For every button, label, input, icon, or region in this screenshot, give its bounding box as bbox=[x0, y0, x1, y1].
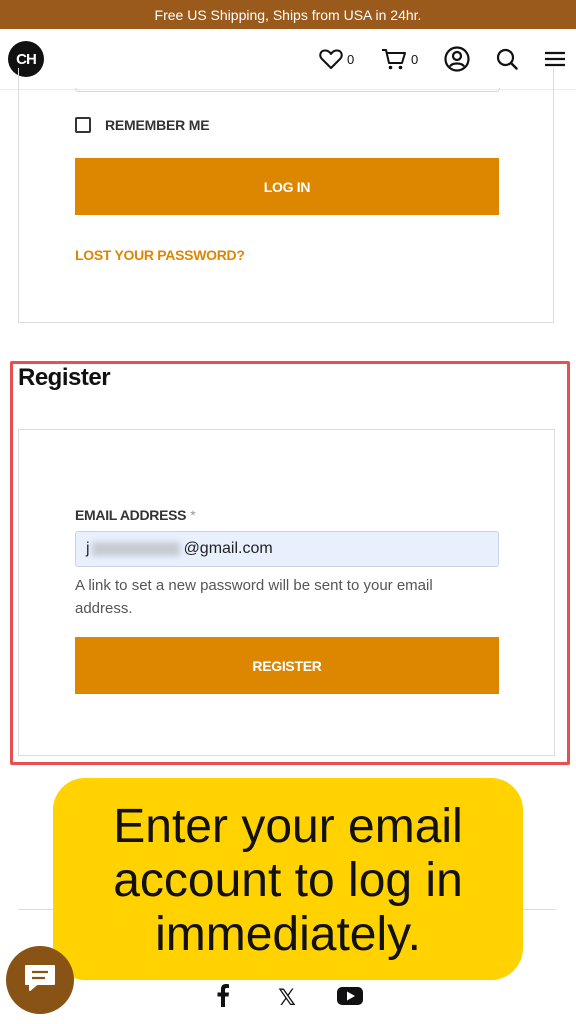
chat-icon bbox=[23, 963, 57, 998]
callout-text: Enter your email account to log in immed… bbox=[113, 800, 463, 961]
menu-icon bbox=[544, 50, 566, 68]
required-mark: * bbox=[190, 507, 196, 523]
lost-password-link[interactable]: LOST YOUR PASSWORD? bbox=[75, 247, 245, 263]
search-icon bbox=[496, 48, 518, 70]
wishlist-count: 0 bbox=[347, 51, 355, 67]
email-field[interactable]: j @gmail.com bbox=[75, 531, 499, 567]
register-button[interactable]: REGISTER bbox=[75, 637, 499, 694]
remember-me[interactable]: REMEMBER ME bbox=[75, 117, 210, 133]
heart-icon bbox=[319, 48, 343, 70]
x-icon: 𝕏 bbox=[278, 985, 296, 1010]
x-link[interactable]: 𝕏 bbox=[274, 985, 300, 1011]
remember-me-checkbox[interactable] bbox=[75, 117, 91, 133]
instruction-callout: Enter your email account to log in immed… bbox=[53, 778, 523, 980]
youtube-link[interactable] bbox=[337, 985, 363, 1011]
email-label: EMAIL ADDRESS * bbox=[75, 507, 196, 523]
email-label-text: EMAIL ADDRESS bbox=[75, 507, 187, 523]
email-value-end: @gmail.com bbox=[183, 540, 273, 557]
facebook-icon bbox=[216, 983, 230, 1013]
email-value-start: j bbox=[86, 540, 90, 557]
announcement-text: Free US Shipping, Ships from USA in 24hr… bbox=[154, 6, 422, 23]
remember-me-label: REMEMBER ME bbox=[105, 117, 210, 133]
announcement-bar: Free US Shipping, Ships from USA in 24hr… bbox=[0, 0, 576, 29]
register-title: Register bbox=[18, 364, 111, 391]
facebook-link[interactable] bbox=[210, 983, 236, 1013]
email-redaction bbox=[91, 542, 180, 556]
chat-button[interactable] bbox=[6, 946, 74, 1014]
password-field-edge[interactable] bbox=[75, 88, 500, 92]
email-help-text: A link to set a new password will be sen… bbox=[75, 577, 433, 617]
youtube-icon bbox=[337, 985, 363, 1011]
login-button[interactable]: LOG IN bbox=[75, 158, 499, 215]
cart-count: 0 bbox=[411, 51, 419, 67]
logo-text: CH bbox=[16, 50, 37, 68]
